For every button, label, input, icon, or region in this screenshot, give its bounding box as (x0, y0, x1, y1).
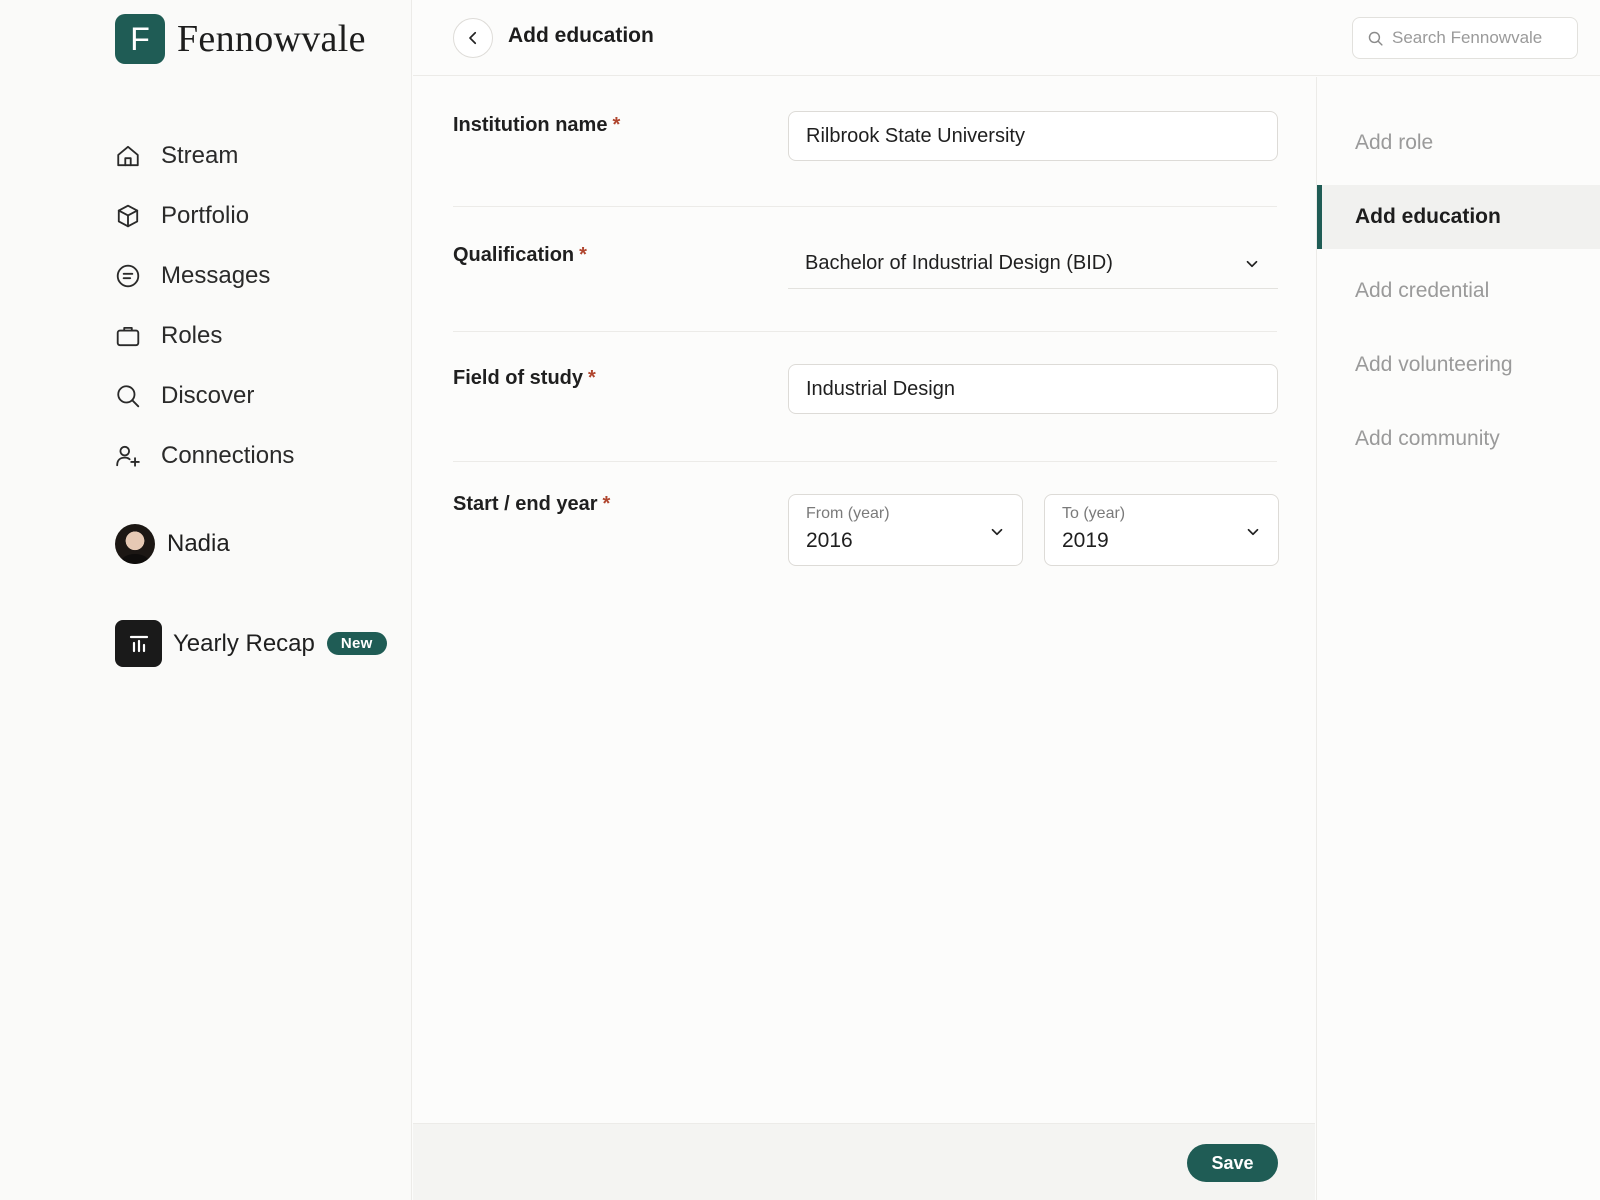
nav-label: Roles (161, 322, 223, 349)
field-of-study-row: Field of study * (453, 332, 1278, 462)
required-mark: * (579, 244, 587, 266)
chevron-down-icon (1247, 528, 1259, 536)
back-button[interactable] (453, 18, 493, 58)
institution-input[interactable] (806, 124, 1260, 148)
education-form: Institution name* Qualification* Bachelo… (413, 77, 1315, 1123)
page-title: Add education (508, 24, 654, 47)
search-icon (117, 385, 140, 408)
nav-label: Messages (161, 262, 271, 289)
search-icon (1368, 31, 1383, 46)
chart-icon (115, 620, 162, 667)
institution-field[interactable] (788, 111, 1278, 161)
nav-label: Portfolio (161, 202, 250, 229)
nav-item-stream[interactable]: Stream (115, 126, 294, 186)
to-year-select[interactable]: To (year) 2019 (1044, 494, 1279, 566)
main-nav: Stream Portfolio Messages Roles Discover… (115, 126, 294, 486)
qualification-select[interactable]: Bachelor of Industrial Design (BID) (788, 239, 1278, 289)
save-button[interactable]: Save (1187, 1144, 1278, 1182)
required-mark: * (602, 493, 611, 515)
profile-name: Nadia (167, 530, 230, 557)
search-box[interactable] (1352, 17, 1578, 59)
nav-label: Connections (161, 442, 295, 469)
yearly-recap-label: Yearly Recap (173, 629, 315, 657)
right-nav: Add role Add education Add credential Ad… (1316, 77, 1600, 1200)
cube-icon (117, 204, 139, 228)
avatar (115, 524, 155, 564)
brand[interactable]: F Fennowvale (115, 14, 366, 64)
left-sidebar: F Fennowvale Stream Portfolio Messages R… (0, 0, 412, 1200)
search-input[interactable] (1392, 28, 1562, 48)
qualification-value: Bachelor of Industrial Design (BID) (805, 252, 1113, 274)
required-mark: * (588, 367, 596, 389)
years-label: Start / end year * (453, 493, 611, 515)
message-icon (116, 264, 140, 288)
to-year-value: 2019 (1062, 529, 1109, 552)
institution-label: Institution name * (453, 114, 621, 136)
to-year-caption: To (year) (1062, 505, 1126, 522)
qualification-label: Qualification * (453, 244, 587, 266)
form-footer: Save (413, 1123, 1315, 1200)
from-year-select[interactable]: From (year) 2016 (788, 494, 1023, 566)
new-badge: New (326, 632, 387, 655)
nav-item-discover[interactable]: Discover (115, 366, 294, 426)
brand-name: Fennowvale (177, 18, 366, 60)
home-icon (117, 145, 139, 167)
nav-item-portfolio[interactable]: Portfolio (115, 186, 294, 246)
years-row: Start / end year * From (year) 2016 To (y… (453, 462, 1279, 592)
rightnav-item-add-role[interactable]: Add role (1317, 111, 1600, 175)
nav-item-roles[interactable]: Roles (115, 306, 294, 366)
required-mark: * (612, 114, 621, 136)
chevron-down-icon (1246, 260, 1258, 267)
nav-label: Stream (161, 142, 239, 169)
top-header: Add education (413, 0, 1600, 76)
rightnav-item-add-credential[interactable]: Add credential (1317, 259, 1600, 323)
chevron-left-icon (469, 31, 477, 45)
nav-label: Discover (161, 382, 255, 409)
rightnav-item-add-education[interactable]: Add education (1317, 185, 1600, 249)
briefcase-icon (116, 326, 140, 347)
qualification-row: Qualification * Bachelor of Industrial De… (453, 207, 1278, 332)
field-of-study-field[interactable] (788, 364, 1278, 414)
brand-logo: F (115, 14, 165, 64)
chevron-down-icon (991, 528, 1003, 536)
field-of-study-label: Field of study * (453, 367, 596, 389)
nav-item-messages[interactable]: Messages (115, 246, 294, 306)
from-year-caption: From (year) (806, 505, 890, 522)
rightnav-item-add-community[interactable]: Add community (1317, 407, 1600, 471)
field-of-study-input[interactable] (806, 377, 1260, 401)
rightnav-item-add-volunteering[interactable]: Add volunteering (1317, 333, 1600, 397)
institution-row: Institution name * (453, 77, 1278, 207)
nav-item-connections[interactable]: Connections (115, 426, 294, 486)
user-plus-icon (116, 445, 140, 467)
yearly-recap-link[interactable]: Yearly Recap New (115, 620, 387, 667)
from-year-value: 2016 (806, 529, 853, 552)
profile-link[interactable]: Nadia (115, 524, 230, 564)
